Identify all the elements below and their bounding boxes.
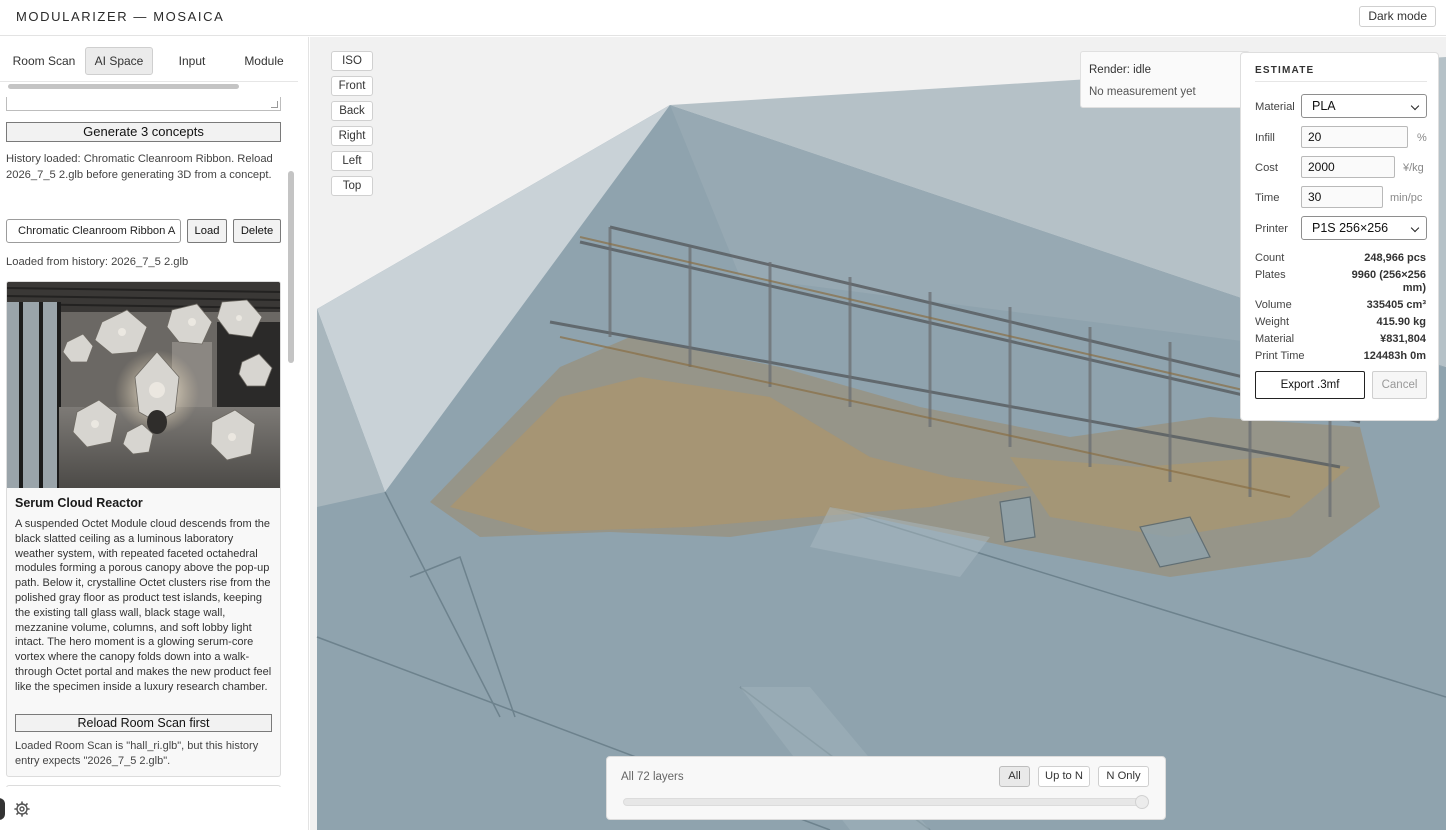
tab-room-scan[interactable]: Room Scan: [8, 47, 80, 75]
stat-count-value: 248,966 pcs: [1364, 252, 1426, 264]
stat-material-cost-value: ¥831,804: [1380, 333, 1426, 345]
time-label: Time: [1255, 192, 1280, 204]
cancel-button[interactable]: Cancel: [1372, 371, 1427, 399]
infill-label: Infill: [1255, 132, 1275, 144]
history-note: History loaded: Chromatic Cleanroom Ribb…: [6, 153, 273, 181]
sidebar-scrollbar[interactable]: [288, 171, 294, 363]
chevron-down-icon: [1410, 101, 1420, 111]
dark-mode-button[interactable]: Dark mode: [1359, 6, 1436, 27]
stat-print-time-label: Print Time: [1255, 350, 1305, 362]
view-top-button[interactable]: Top: [331, 176, 373, 196]
render-status: Render: idle: [1089, 64, 1152, 76]
load-button[interactable]: Load: [187, 219, 227, 243]
tab-module[interactable]: Module: [236, 47, 292, 75]
cost-input[interactable]: 2000: [1301, 156, 1395, 178]
avatar[interactable]: [0, 798, 5, 820]
stat-weight-value: 415.90 kg: [1376, 316, 1426, 328]
render-status-panel: Render: idle No measurement yet: [1080, 51, 1250, 108]
layers-label: All 72 layers: [621, 771, 684, 783]
tab-input[interactable]: Input: [166, 47, 218, 75]
next-concept-card: [6, 785, 281, 787]
layers-up-to-n-button[interactable]: Up to N: [1038, 766, 1090, 787]
layers-n-only-button[interactable]: N Only: [1098, 766, 1149, 787]
concept-description: A suspended Octet Module cloud descends …: [15, 518, 272, 693]
time-unit: min/pc: [1390, 192, 1423, 204]
stat-weight-label: Weight: [1255, 316, 1290, 328]
layers-all-button[interactable]: All: [999, 766, 1030, 787]
chevron-down-icon: [1410, 223, 1420, 233]
printer-label: Printer: [1255, 223, 1288, 235]
export-3mf-button[interactable]: Export .3mf: [1255, 371, 1365, 399]
stat-count-label: Count: [1255, 252, 1285, 264]
material-select[interactable]: PLA: [1301, 94, 1427, 118]
measurement-status: No measurement yet: [1089, 86, 1196, 98]
loaded-from-text: Loaded from history: 2026_7_5 2.glb: [6, 256, 189, 268]
room-scan-warning: Loaded Room Scan is "hall_ri.glb", but t…: [15, 740, 259, 767]
layers-panel: All 72 layers All Up to N N Only: [606, 756, 1166, 820]
estimate-heading: ESTIMATE: [1255, 65, 1315, 76]
layer-slider-track[interactable]: [623, 798, 1149, 806]
view-back-button[interactable]: Back: [331, 101, 373, 121]
prompt-textarea[interactable]: [6, 97, 281, 111]
stat-plates-label: Plates: [1255, 269, 1286, 281]
sidebar-scroll-area[interactable]: Generate 3 concepts History loaded: Chro…: [0, 97, 298, 787]
concept-card: Serum Cloud Reactor A suspended Octet Mo…: [6, 281, 281, 777]
view-right-button[interactable]: Right: [331, 126, 373, 146]
delete-button[interactable]: Delete: [233, 219, 281, 243]
tab-divider: [0, 81, 298, 82]
gear-icon[interactable]: [14, 801, 30, 817]
tabs-scrollbar[interactable]: [8, 84, 239, 89]
stat-print-time-value: 124483h 0m: [1363, 350, 1426, 362]
stat-volume-label: Volume: [1255, 299, 1292, 311]
3d-viewport[interactable]: ISO Front Back Right Left Top Render: id…: [310, 37, 1446, 830]
sidebar-tabs: Room Scan AI Space Input Module: [0, 47, 309, 77]
stat-volume-value: 335405 cm³: [1366, 299, 1426, 311]
estimate-panel: ESTIMATE Material PLA Infill 20 % Cost 2…: [1240, 52, 1439, 421]
infill-input[interactable]: 20: [1301, 126, 1408, 148]
view-iso-button[interactable]: ISO: [331, 51, 373, 71]
history-select[interactable]: Chromatic Cleanroom Ribbon A: [6, 219, 181, 243]
stat-material-cost-label: Material: [1255, 333, 1295, 345]
printer-select-value: P1S 256×256: [1312, 221, 1389, 235]
cost-label: Cost: [1255, 162, 1279, 174]
infill-unit: %: [1417, 132, 1427, 144]
concept-title: Serum Cloud Reactor: [15, 496, 143, 510]
sidebar: Room Scan AI Space Input Module Generate…: [0, 37, 309, 830]
material-select-value: PLA: [1312, 99, 1336, 113]
generate-concepts-button[interactable]: Generate 3 concepts: [6, 122, 281, 142]
view-left-button[interactable]: Left: [331, 151, 373, 171]
stat-plates-value: 9960 (256×256 mm): [1351, 269, 1426, 294]
cost-unit: ¥/kg: [1403, 162, 1424, 174]
tab-ai-space[interactable]: AI Space: [85, 47, 153, 75]
concept-image: [7, 282, 280, 488]
estimate-divider: [1255, 81, 1427, 82]
material-label: Material: [1255, 101, 1295, 113]
top-bar: MODULARIZER — MOSAICA Dark mode: [0, 0, 1446, 36]
printer-select[interactable]: P1S 256×256: [1301, 216, 1427, 240]
time-input[interactable]: 30: [1301, 186, 1383, 208]
app-title: MODULARIZER — MOSAICA: [16, 9, 225, 24]
view-front-button[interactable]: Front: [331, 76, 373, 96]
layer-slider-thumb[interactable]: [1135, 795, 1149, 809]
reload-room-scan-button[interactable]: Reload Room Scan first: [15, 714, 272, 732]
